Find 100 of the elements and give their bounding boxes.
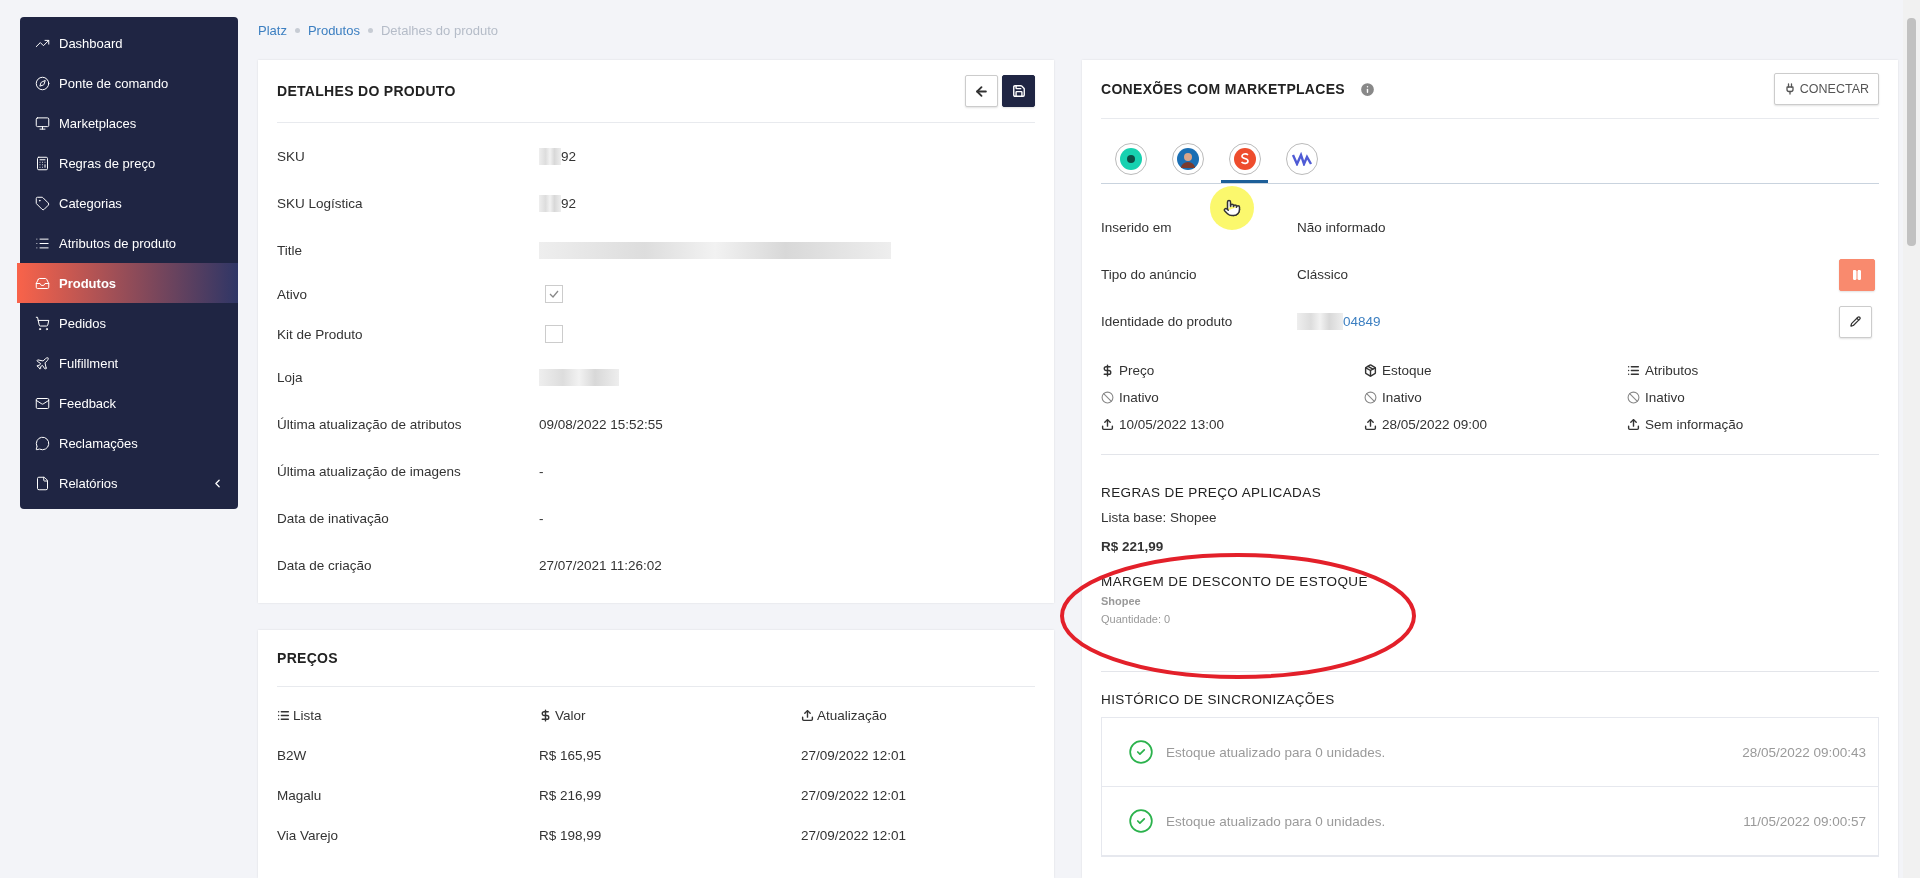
table-cell-text: 27/09/2022 12:01: [801, 746, 908, 765]
inbox-icon: [35, 275, 50, 291]
column-header: Valor: [539, 695, 801, 735]
field-value: 92: [561, 149, 577, 164]
ring-logo-icon: [1119, 148, 1142, 170]
plane-icon: [35, 355, 50, 371]
quantity-text: Quantidade: 0: [1101, 613, 1172, 625]
status-state: Inativo: [1364, 384, 1627, 411]
field-label: Loja: [277, 370, 304, 385]
card-title: CONEXÕES COM MARKETPLACES: [1101, 81, 1345, 97]
redacted-block: [1297, 313, 1343, 330]
marketplace-tab[interactable]: [1221, 143, 1268, 183]
connect-button[interactable]: CONECTAR: [1773, 73, 1879, 105]
status-date: Sem informação: [1627, 411, 1879, 438]
sidebar-item[interactable]: Relatórios: [20, 463, 238, 503]
status-state: Inativo: [1627, 384, 1879, 411]
field-label: SKU: [277, 149, 306, 164]
column-header: Atualização: [801, 695, 1035, 735]
store-name: Shopee: [1101, 595, 1142, 607]
upload-icon: [1364, 418, 1377, 431]
plug-icon: [1783, 83, 1796, 95]
zigzag-logo-icon: [1290, 152, 1313, 166]
save-button[interactable]: [1002, 75, 1035, 107]
sidebar-item[interactable]: Reclamações: [20, 423, 238, 463]
upload-icon: [1101, 418, 1114, 431]
status-label: Estoque: [1364, 357, 1627, 384]
field-label: Última atualização de imagens: [277, 464, 462, 479]
sidebar-item[interactable]: Dashboard: [20, 23, 238, 63]
history-text: Estoque atualizado para 0 unidades.: [1166, 813, 1387, 829]
breadcrumb-link[interactable]: Produtos: [307, 22, 360, 38]
back-button[interactable]: [965, 75, 998, 107]
check-circle-icon: [1128, 739, 1154, 765]
save-icon: [1011, 84, 1026, 98]
list-icon: [1627, 364, 1640, 377]
field-value: -: [539, 464, 544, 479]
field-value: -: [539, 511, 544, 526]
cart-icon: [35, 315, 50, 331]
breadcrumb-current: Detalhes do produto: [380, 22, 499, 38]
upload-icon: [801, 708, 814, 722]
pencil-icon: [1850, 316, 1861, 327]
breadcrumb-link[interactable]: Platz: [258, 22, 287, 38]
sidebar-item[interactable]: Marketplaces: [20, 103, 238, 143]
checkbox[interactable]: [545, 285, 563, 303]
section-title: REGRAS DE PREÇO APLICADAS: [1101, 485, 1323, 500]
field-label: SKU Logística: [277, 196, 364, 211]
sidebar-item[interactable]: Ponte de comando: [20, 63, 238, 103]
field-label: Última atualização de atributos: [277, 417, 463, 432]
compass-icon: [35, 75, 50, 91]
field-label: Identidade do produto: [1101, 314, 1234, 329]
table-cell-text: Magalu: [277, 786, 323, 805]
info-icon[interactable]: [1358, 80, 1376, 98]
base-list-text: Lista base: Shopee: [1101, 510, 1218, 525]
check-circle-icon: [1128, 808, 1154, 834]
sidebar-item[interactable]: Produtos: [17, 263, 238, 303]
box-icon: [1364, 364, 1377, 377]
prohibited-icon: [1364, 391, 1377, 404]
price-text: R$ 221,99: [1101, 539, 1165, 554]
sidebar-item[interactable]: Categorias: [20, 183, 238, 223]
field-label: Tipo do anúncio: [1101, 267, 1198, 282]
list-icon: [35, 235, 50, 251]
field-label: Data de criação: [277, 558, 373, 573]
redacted-block: [539, 148, 561, 165]
table-cell-text: 27/09/2022 12:01: [801, 786, 908, 805]
table-cell-text: B2W: [277, 746, 308, 765]
field-value: 92: [561, 196, 577, 211]
dollar-icon: [1101, 364, 1114, 377]
mail-icon: [35, 395, 50, 411]
sidebar-item[interactable]: Regras de preço: [20, 143, 238, 183]
table-cell-text: Via Varejo: [277, 826, 340, 845]
status-state: Inativo: [1101, 384, 1364, 411]
history-date: 11/05/2022 09:00:57: [1743, 813, 1866, 829]
table-cell-text: R$ 216,99: [539, 786, 603, 805]
field-value: Não informado: [1297, 220, 1387, 235]
prohibited-icon: [1101, 391, 1114, 404]
dollar-icon: [539, 708, 552, 722]
table-cell-text: R$ 198,99: [539, 826, 603, 845]
card-title: DETALHES DO PRODUTO: [277, 83, 456, 99]
calculator-icon: [35, 155, 50, 171]
edit-button[interactable]: [1839, 305, 1872, 338]
card-title: PREÇOS: [277, 650, 338, 666]
sidebar-item[interactable]: Fulfillment: [20, 343, 238, 383]
column-header: Lista: [277, 695, 539, 735]
field-label: Data de inativação: [277, 511, 390, 526]
prohibited-icon: [1627, 391, 1640, 404]
redacted-block: [539, 195, 561, 212]
history-date: 28/05/2022 09:00:43: [1742, 744, 1866, 760]
product-id-link[interactable]: 04849: [1297, 313, 1839, 330]
field-label: Inserido em: [1101, 220, 1173, 235]
status-label: Atributos: [1627, 357, 1879, 384]
field-value: 27/07/2021 11:26:02: [539, 558, 662, 573]
history-text: Estoque atualizado para 0 unidades.: [1166, 744, 1387, 760]
sidebar-item[interactable]: Atributos de produto: [20, 223, 238, 263]
checkbox[interactable]: [545, 325, 563, 343]
scrollbar[interactable]: [1903, 0, 1920, 878]
sidebar-item[interactable]: Pedidos: [20, 303, 238, 343]
status-date: 10/05/2022 13:00: [1101, 411, 1364, 438]
status-label: Preço: [1101, 357, 1364, 384]
list-icon: [277, 708, 290, 722]
sidebar-item[interactable]: Feedback: [20, 383, 238, 423]
hand-cursor-icon: [1223, 199, 1241, 217]
